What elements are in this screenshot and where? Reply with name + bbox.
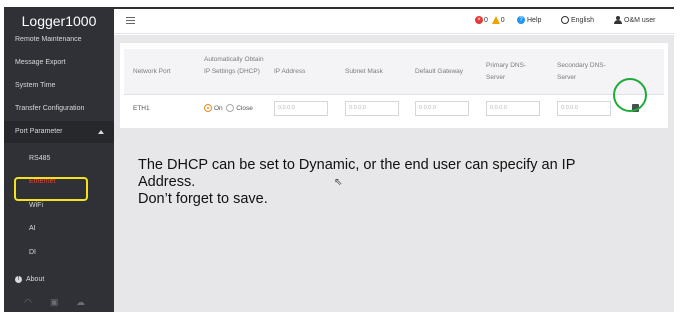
device-icon: ▣ [50,297,59,307]
annotation-line-2: Address. [138,174,196,190]
warning-count: 0 [500,16,505,24]
cloud-icon: ☁ [76,297,85,307]
col-subnet-mask: Subnet Mask [345,68,383,75]
app-logo: Logger1000 [21,13,97,29]
col-primary-dns: Primary DNS-Server [486,62,527,81]
sidebar-item-port-parameter[interactable]: Port Parameter [4,121,114,143]
info-icon: ! [15,275,22,283]
sidebar-item-label: Port Parameter [15,128,63,135]
sidebar-item-wifi[interactable]: WiFi [4,195,114,217]
app-frame: Logger1000 Remote Maintenance Message Ex… [0,0,681,318]
default-gateway-input[interactable]: 0.0.0.0 [415,101,469,116]
wifi-icon: ◠ [24,297,32,307]
error-count: 0 [484,16,488,24]
col-secondary-dns: Secondary DNS-Server [557,62,606,81]
sidebar-item-ai[interactable]: AI [4,218,114,240]
dhcp-on-label: On [214,104,223,112]
warning-icon [491,16,500,24]
annotation-line-1: The DHCP can be set to Dynamic, or the e… [138,157,576,173]
sidebar-item-message-export[interactable]: Message Export [4,52,114,74]
globe-icon [561,16,569,24]
top-header: × 0 0 ? Help English O&M user [114,9,674,34]
table-header: Network Port Automatically Obtain IP Set… [124,49,664,95]
col-default-gateway: Default Gateway [415,68,464,75]
sidebar-item-label: About [26,276,45,283]
table-row: ETH1 On Close 0.0.0.0 0.0.0.0 0.0.0.0 0.… [124,96,664,123]
alarm-counters[interactable]: × 0 0 [475,16,505,24]
col-ip-address: IP Address [274,68,306,75]
dhcp-radio-group: On Close [204,104,253,112]
col-network-port: Network Port [133,68,171,75]
dhcp-on-option[interactable]: On [204,104,223,112]
sidebar-item-remote-maintenance[interactable]: Remote Maintenance [4,36,114,44]
sidebar: Logger1000 Remote Maintenance Message Ex… [4,9,114,312]
sidebar-item-about[interactable]: ! About [4,269,114,291]
help-button[interactable]: ? Help [517,16,541,24]
error-icon: × [475,16,483,24]
primary-dns-input[interactable]: 0.0.0.0 [486,101,540,116]
language-label: English [571,16,594,24]
sidebar-status-icons: ◠ ▣ ☁ [24,297,104,309]
ethernet-settings-panel: Network Port Automatically Obtain IP Set… [120,43,668,128]
sidebar-item-rs485[interactable]: RS485 [4,148,114,170]
user-menu[interactable]: O&M user [614,16,656,24]
dhcp-close-label: Close [236,104,253,112]
radio-unselected-icon [226,104,235,112]
highlight-circle-save [613,78,647,112]
dhcp-close-option[interactable]: Close [226,104,253,112]
col-dhcp: Automatically Obtain IP Settings (DHCP) [204,56,264,75]
mouse-cursor-icon: ⇖ [334,177,343,188]
radio-selected-icon [204,104,212,112]
caret-up-icon [98,130,104,134]
language-selector[interactable]: English [561,16,594,24]
annotation-text: The DHCP can be set to Dynamic, or the e… [138,157,658,208]
menu-icon[interactable] [126,17,135,25]
user-icon [614,16,622,24]
port-name: ETH1 [133,105,150,112]
annotation-line-3: Don’t forget to save. [138,191,268,207]
sidebar-item-transfer-configuration[interactable]: Transfer Configuration [4,98,114,120]
sidebar-item-di[interactable]: DI [4,242,114,264]
secondary-dns-input[interactable]: 0.0.0.0 [557,101,611,116]
user-label: O&M user [624,16,656,24]
subnet-mask-input[interactable]: 0.0.0.0 [345,101,399,116]
main-content: Network Port Automatically Obtain IP Set… [114,35,674,312]
ip-address-input[interactable]: 0.0.0.0 [274,101,328,116]
help-label: Help [527,16,542,24]
sidebar-item-system-time[interactable]: System Time [4,75,114,97]
help-icon: ? [517,16,525,24]
